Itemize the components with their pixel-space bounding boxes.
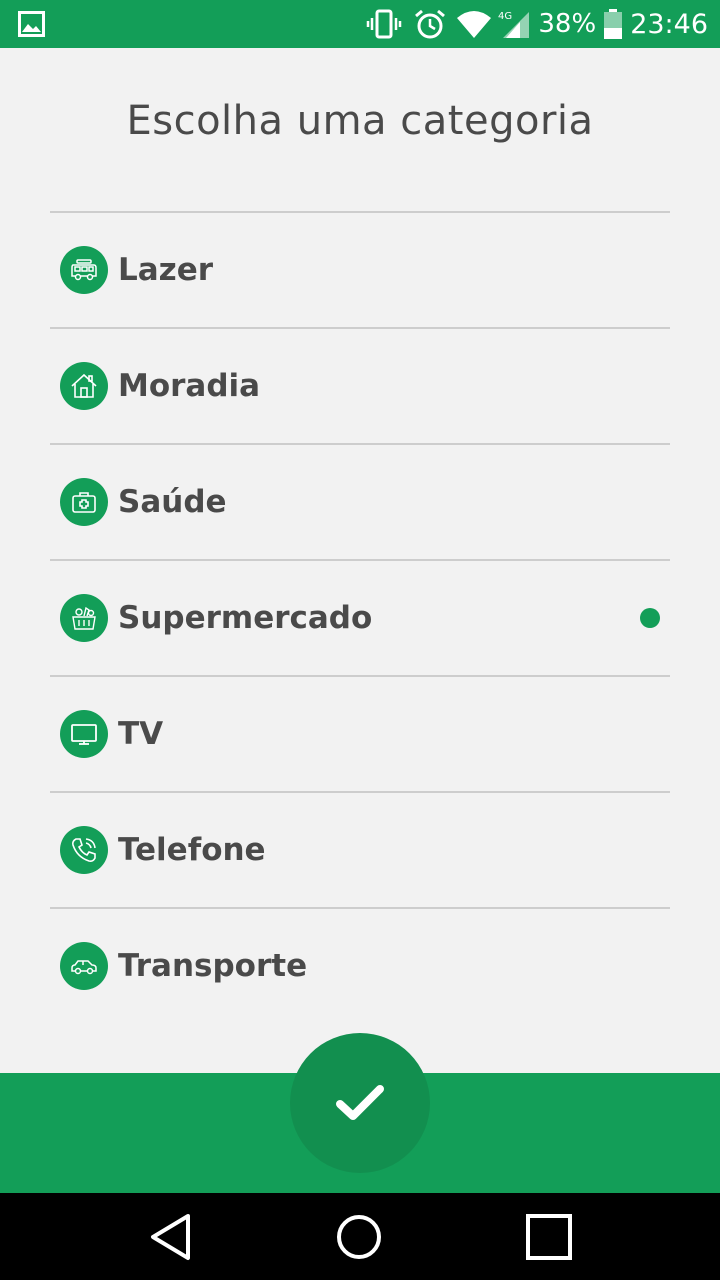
category-label: Supermercado — [118, 600, 373, 636]
first-aid-kit-icon — [60, 478, 108, 526]
recents-icon — [526, 1214, 572, 1260]
category-label: TV — [118, 716, 164, 752]
category-item-moradia[interactable]: Moradia — [50, 327, 670, 443]
status-bar: 4G 38% 23:46 — [0, 0, 720, 48]
category-item-tv[interactable]: TV — [50, 675, 670, 791]
clock: 23:46 — [630, 8, 708, 40]
alarm-icon — [415, 9, 446, 39]
selected-indicator — [640, 608, 660, 628]
category-label: Saúde — [118, 484, 227, 520]
back-button[interactable] — [146, 1213, 194, 1261]
category-label: Transporte — [118, 948, 308, 984]
confirm-button[interactable] — [290, 1033, 430, 1173]
category-item-telefone[interactable]: Telefone — [50, 791, 670, 907]
vibrate-icon — [367, 9, 402, 39]
home-button[interactable] — [335, 1213, 383, 1261]
recents-button[interactable] — [525, 1213, 573, 1261]
category-item-saude[interactable]: Saúde — [50, 443, 670, 559]
back-icon — [151, 1214, 190, 1260]
category-list: Lazer Moradia Saúde Supermercado TV Tele… — [50, 211, 670, 1023]
checkmark-icon — [336, 1085, 384, 1120]
status-icons: 4G 38% 23:46 — [366, 0, 708, 48]
category-label: Moradia — [118, 368, 261, 404]
category-label: Telefone — [118, 832, 266, 868]
page-title: Escolha uma categoria — [126, 98, 594, 144]
category-item-lazer[interactable]: Lazer — [50, 211, 670, 327]
network-type: 4G — [498, 11, 512, 22]
gallery-icon — [18, 11, 45, 37]
navigation-bar — [0, 1193, 720, 1280]
grocery-basket-icon — [60, 594, 108, 642]
tv-icon — [60, 710, 108, 758]
cell-signal-icon: 4G — [498, 11, 530, 38]
category-item-supermercado[interactable]: Supermercado — [50, 559, 670, 675]
category-item-transporte[interactable]: Transporte — [50, 907, 670, 1023]
category-label: Lazer — [118, 252, 214, 288]
house-icon — [60, 362, 108, 410]
car-icon — [60, 942, 108, 990]
battery-icon — [604, 9, 623, 39]
van-icon — [60, 246, 108, 294]
home-icon — [337, 1215, 381, 1259]
wifi-icon — [457, 11, 492, 38]
phone-icon — [60, 826, 108, 874]
battery-percent: 38% — [538, 9, 597, 39]
